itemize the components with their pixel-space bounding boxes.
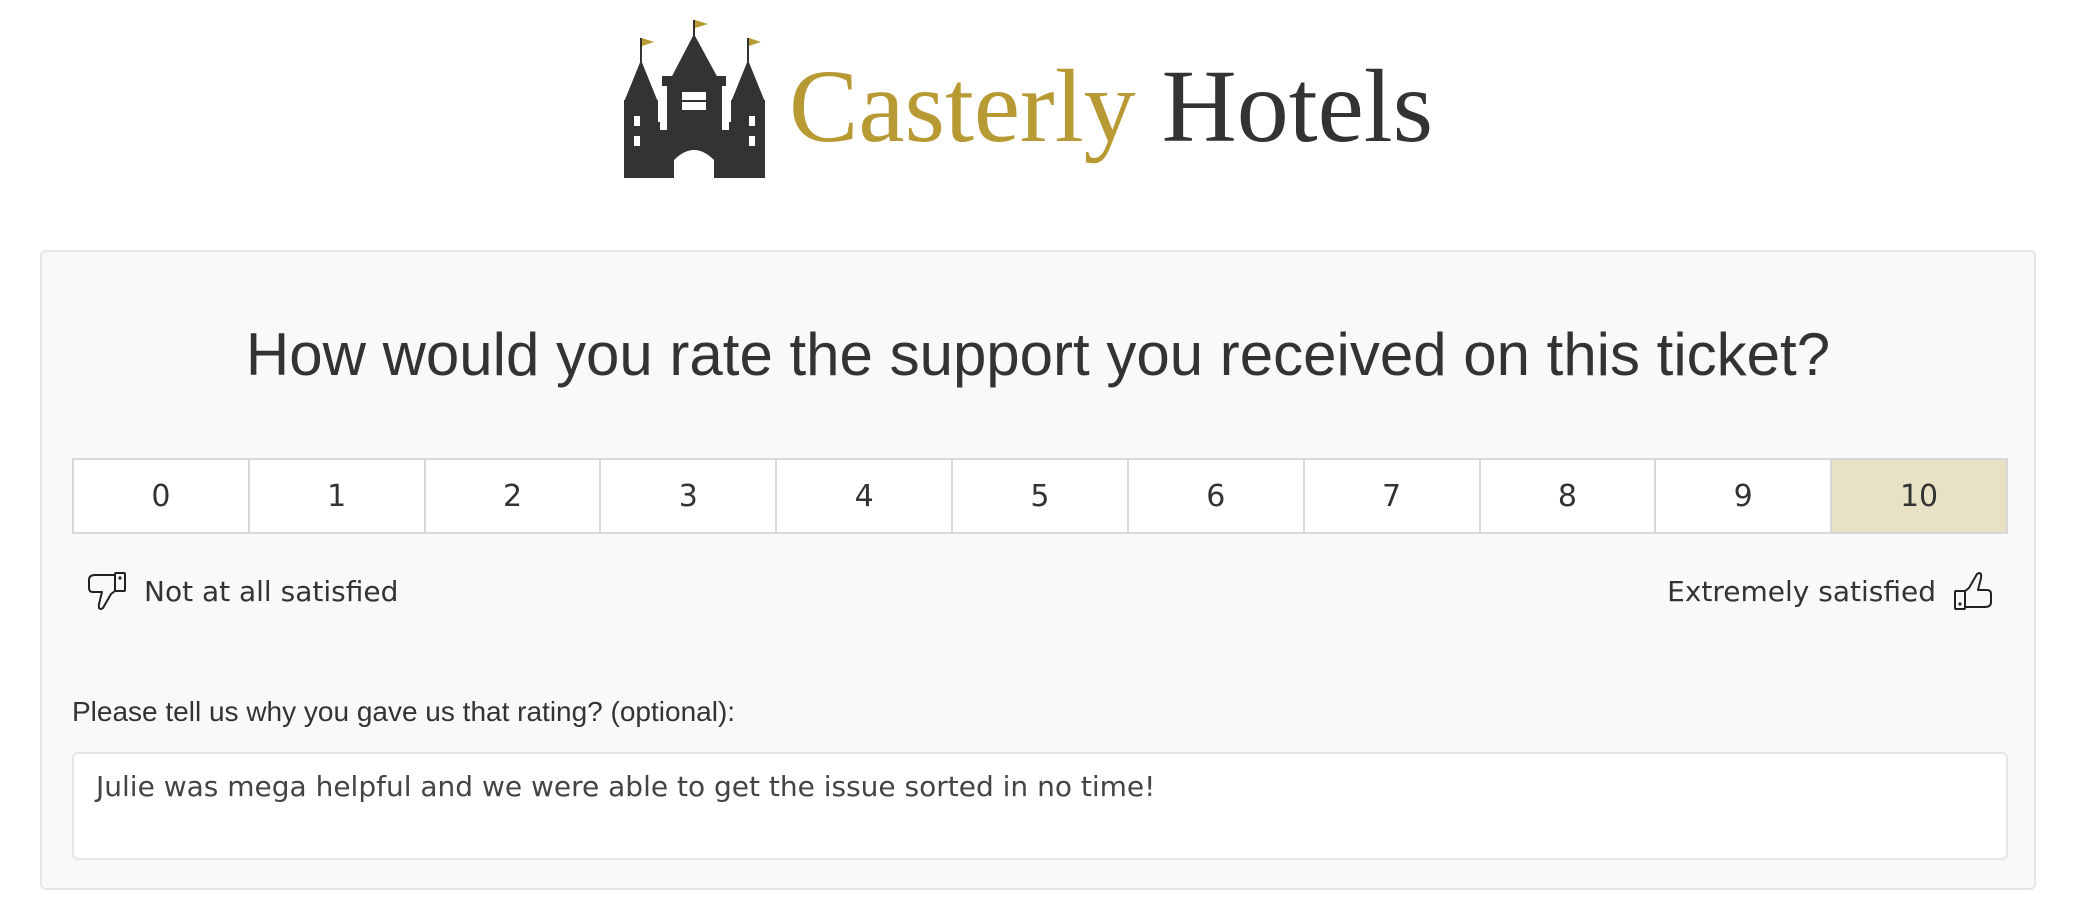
brand-logo: Casterly Hotels [622,20,1442,180]
rating-option-8[interactable]: 8 [1480,460,1657,532]
rating-option-4[interactable]: 4 [777,460,954,532]
rating-scale: 0 1 2 3 4 5 6 7 8 9 10 [72,458,2008,534]
high-end-text: Extremely satisfied [1667,574,1936,608]
thumbs-up-icon [1954,572,1992,610]
rating-option-2[interactable]: 2 [425,460,602,532]
rating-option-3[interactable]: 3 [601,460,778,532]
rating-option-0[interactable]: 0 [74,460,250,532]
castle-icon [624,20,765,178]
rating-option-6[interactable]: 6 [1128,460,1305,532]
high-end-label: Extremely satisfied [1667,566,1994,616]
scale-labels: Not at all satisfied Extremely satisfied [72,566,2008,616]
thumbs-down-icon [88,572,126,610]
rating-option-5[interactable]: 5 [953,460,1129,532]
low-end-text: Not at all satisfied [144,574,399,608]
brand-name-casterly: Casterly [789,49,1136,164]
survey-question: How would you rate the support you recei… [245,321,1831,388]
rating-option-10[interactable]: 10 [1832,460,2006,532]
brand-wordmark: Casterly Hotels [789,55,1433,159]
survey-card: How would you rate the support you recei… [40,250,2036,890]
page-header: Casterly Hotels [0,0,2074,250]
reason-textarea[interactable]: Julie was mega helpful and we were able … [72,752,2008,860]
low-end-label: Not at all satisfied [86,566,398,616]
reason-label: Please tell us why you gave us that rati… [72,696,736,727]
rating-option-1[interactable]: 1 [249,460,426,532]
rating-option-9[interactable]: 9 [1656,460,1833,532]
brand-name-hotels: Hotels [1161,49,1434,164]
rating-option-7[interactable]: 7 [1304,460,1481,532]
